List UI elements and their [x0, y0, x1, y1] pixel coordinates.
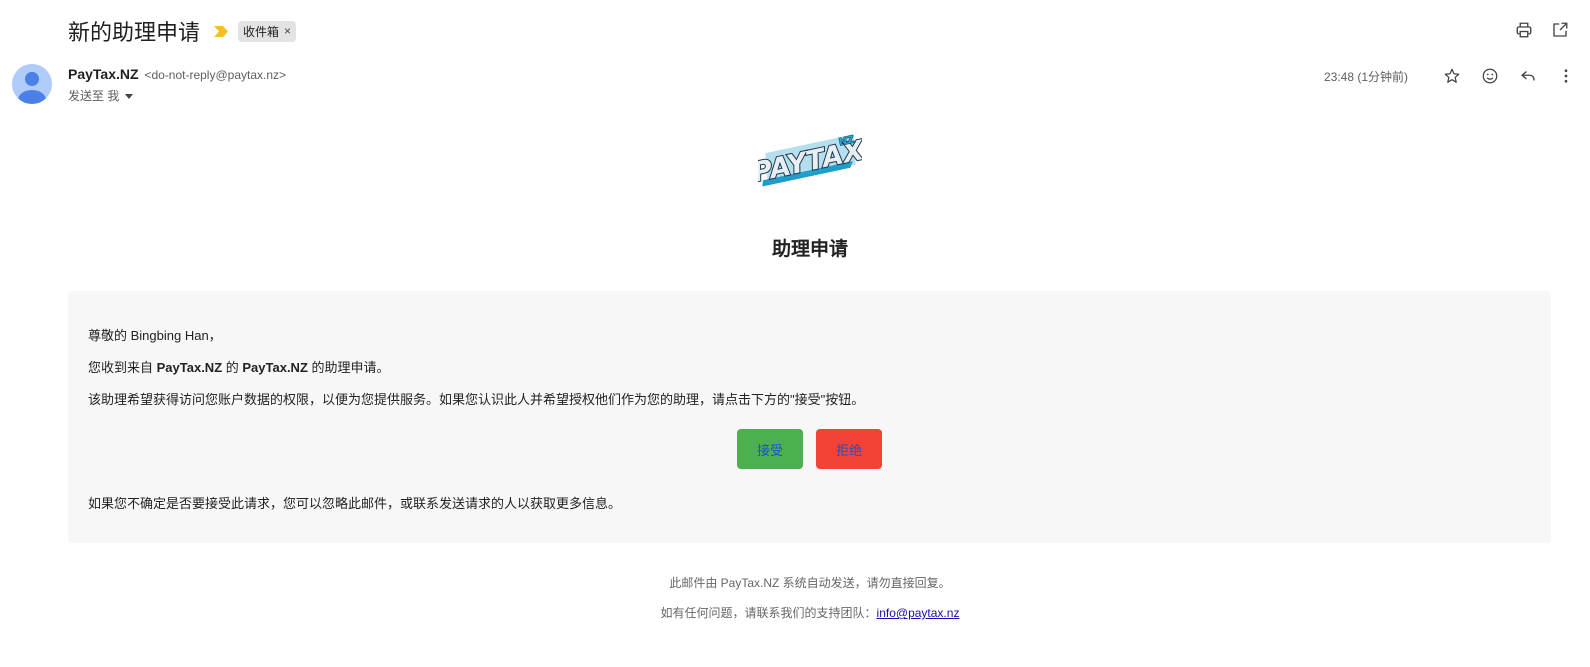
- sender-email: <do-not-reply@paytax.nz>: [144, 68, 287, 82]
- star-button[interactable]: [1442, 66, 1462, 86]
- sender-avatar[interactable]: [12, 64, 52, 104]
- emoji-reaction-button[interactable]: [1480, 66, 1500, 86]
- dropdown-arrow-icon: [125, 93, 134, 99]
- sender-line: PayTax.NZ <do-not-reply@paytax.nz>: [68, 66, 286, 82]
- content-panel: 尊敬的 Bingbing Han， 您收到来自 PayTax.NZ 的 PayT…: [68, 291, 1551, 543]
- request-mid: 的: [222, 360, 243, 375]
- reject-button[interactable]: 拒绝: [816, 429, 882, 469]
- request-line: 您收到来自 PayTax.NZ 的 PayTax.NZ 的助理申请。: [88, 357, 390, 376]
- request-org: PayTax.NZ: [156, 360, 223, 375]
- explanation-line: 该助理希望获得访问您账户数据的权限，以便为您提供服务。如果您认识此人并希望授权他…: [88, 392, 865, 407]
- top-toolbar: [1514, 20, 1570, 40]
- sender-name[interactable]: PayTax.NZ: [68, 66, 139, 82]
- uncertain-line: 如果您不确定是否要接受此请求，您可以忽略此邮件，或联系发送请求的人以获取更多信息…: [88, 496, 622, 511]
- star-icon: [1444, 68, 1460, 83]
- more-options-button[interactable]: [1556, 66, 1576, 86]
- person-icon: [18, 72, 46, 104]
- timestamp: 23:48 (1分钟前): [1323, 69, 1408, 84]
- inbox-label-text: 收件箱: [243, 24, 280, 39]
- print-icon: [1516, 22, 1532, 38]
- request-suffix: 的助理申请。: [307, 360, 390, 375]
- footer-support-prefix: 如有任何问题，请联系我们的支持团队：: [660, 606, 877, 620]
- support-email-link[interactable]: info@paytax.nz: [877, 606, 960, 620]
- greeting: 尊敬的 Bingbing Han，: [88, 328, 222, 343]
- open-in-new-window-button[interactable]: [1550, 20, 1570, 40]
- reply-icon: [1521, 70, 1535, 81]
- inbox-label-chip: 收件箱 ×: [238, 20, 297, 42]
- emoji-reaction-icon: [1482, 68, 1498, 84]
- importance-marker-icon[interactable]: [214, 25, 229, 37]
- request-org-2: PayTax.NZ: [242, 360, 308, 375]
- to-line-text: 发送至 我: [68, 89, 120, 103]
- more-vert-icon: [1564, 69, 1568, 83]
- footer-auto-notice: 此邮件由 PayTax.NZ 系统自动发送，请勿直接回复。: [669, 576, 951, 590]
- email-heading: 助理申请: [771, 239, 848, 260]
- paytax-logo: PAYTAX NZ: [758, 134, 862, 190]
- remove-label-button[interactable]: ×: [284, 24, 291, 38]
- print-button[interactable]: [1514, 20, 1534, 40]
- recipient-details-toggle[interactable]: 发送至 我: [68, 87, 135, 104]
- email-subject: 新的助理申请: [68, 20, 201, 45]
- footer-support-line: 如有任何问题，请联系我们的支持团队：info@paytax.nz: [0, 604, 1590, 621]
- subject-row: 新的助理申请 收件箱 ×: [68, 14, 1590, 48]
- accept-button[interactable]: 接受: [737, 429, 803, 469]
- open-in-new-window-icon: [1553, 22, 1568, 37]
- request-prefix: 您收到来自: [88, 360, 157, 375]
- message-actions: 23:48 (1分钟前): [1324, 66, 1576, 86]
- reply-button[interactable]: [1518, 66, 1538, 86]
